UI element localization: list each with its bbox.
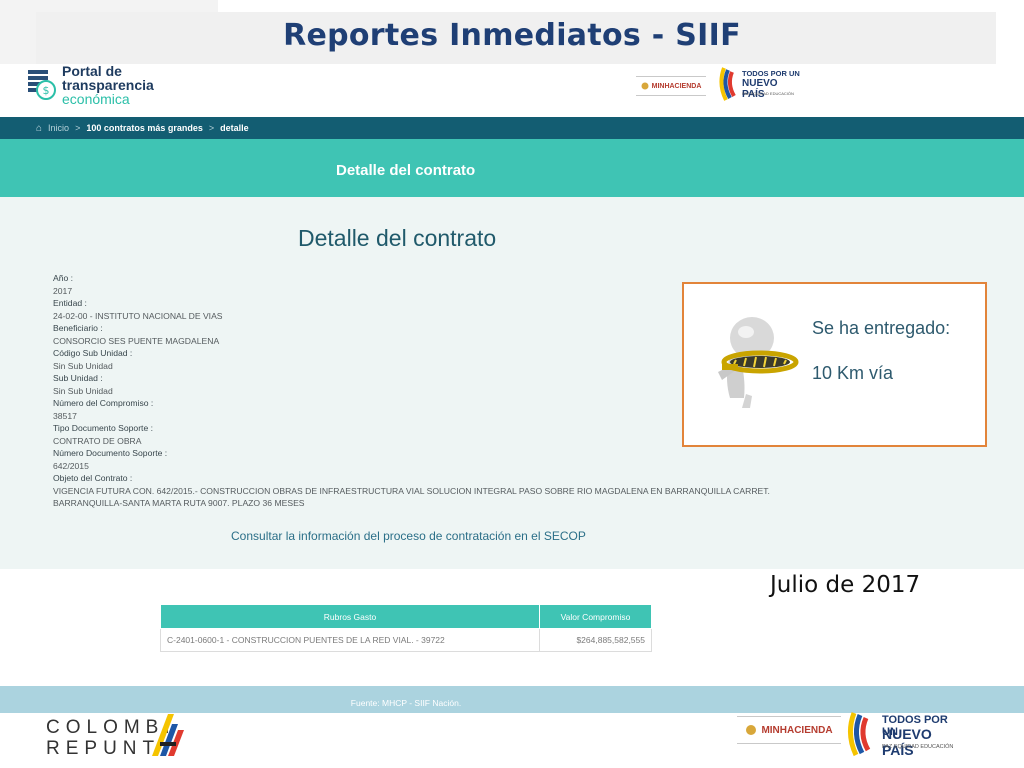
home-icon[interactable]: ⌂ [36, 123, 42, 134]
todos-por-un-nuevo-pais-logo: TODOS POR UN NUEVO PAÍS PAZ EQUIDAD EDUC… [718, 66, 802, 102]
todos-logo-icon [848, 712, 871, 757]
breadcrumb-detalle: detalle [220, 123, 249, 133]
secop-link[interactable]: Consultar la información del proceso de … [231, 529, 586, 543]
band-title: Detalle del contrato [336, 162, 476, 179]
section-band [0, 139, 1024, 197]
field-label: Número Documento Soporte : [53, 448, 168, 458]
field-label: Objeto del Contrato : [53, 473, 133, 483]
table-row: C-2401-0600-1 - CONSTRUCCION PUENTES DE … [160, 628, 652, 652]
rubros-table: Rubros Gasto Valor Compromiso C-2401-060… [160, 604, 652, 652]
callout-line-2: 10 Km vía [812, 363, 894, 383]
page-heading: Detalle del contrato [298, 225, 497, 251]
breadcrumb: ⌂ Inicio > 100 contratos más grandes > d… [36, 117, 249, 139]
callout-line-1: Se ha entregado: [812, 318, 951, 338]
coat-of-arms-icon [746, 725, 757, 735]
minhacienda-logo: MINHACIENDA [636, 76, 706, 96]
portal-coins-icon: $ [28, 70, 56, 100]
table-header-row: Rubros Gasto Valor Compromiso [160, 604, 652, 629]
minhacienda-logo-bottom: MINHACIENDA [737, 716, 841, 744]
portal-title: Portal de transparencia económica [62, 63, 154, 107]
slide-title: Reportes Inmediatos - SIIF [283, 18, 741, 53]
column-header-valor: Valor Compromiso [539, 604, 652, 629]
magnifier-figure-icon [700, 298, 806, 410]
slide-date: Julio de 2017 [770, 572, 921, 598]
svg-text:$: $ [43, 84, 50, 97]
breadcrumb-inicio[interactable]: Inicio [48, 123, 69, 133]
todos-por-un-nuevo-pais-logo-bottom: TODOS POR UN NUEVO PAÍS PAZ EQUIDAD EDUC… [846, 710, 966, 758]
colombia-repunta-mark-icon [148, 712, 184, 758]
colombia-repunta-logo-line2: REPUNT [46, 738, 161, 759]
coat-of-arms-icon [641, 82, 649, 90]
breadcrumb-contratos[interactable]: 100 contratos más grandes [86, 123, 203, 133]
magnifier-figure-image [700, 298, 806, 410]
source-note: Fuente: MHCP - SIIF Nación. [350, 698, 462, 708]
breadcrumb-separator: > [208, 123, 215, 133]
column-header-rubros: Rubros Gasto [160, 604, 540, 629]
rubro-cell: C-2401-0600-1 - CONSTRUCCION PUENTES DE … [160, 628, 540, 652]
field-value: 642/2015 [53, 460, 89, 471]
breadcrumb-separator: > [75, 123, 81, 133]
field-value: VIGENCIA FUTURA CON. 642/2015.- CONSTRUC… [53, 485, 770, 509]
valor-cell: $264,885,582,555 [539, 628, 652, 652]
